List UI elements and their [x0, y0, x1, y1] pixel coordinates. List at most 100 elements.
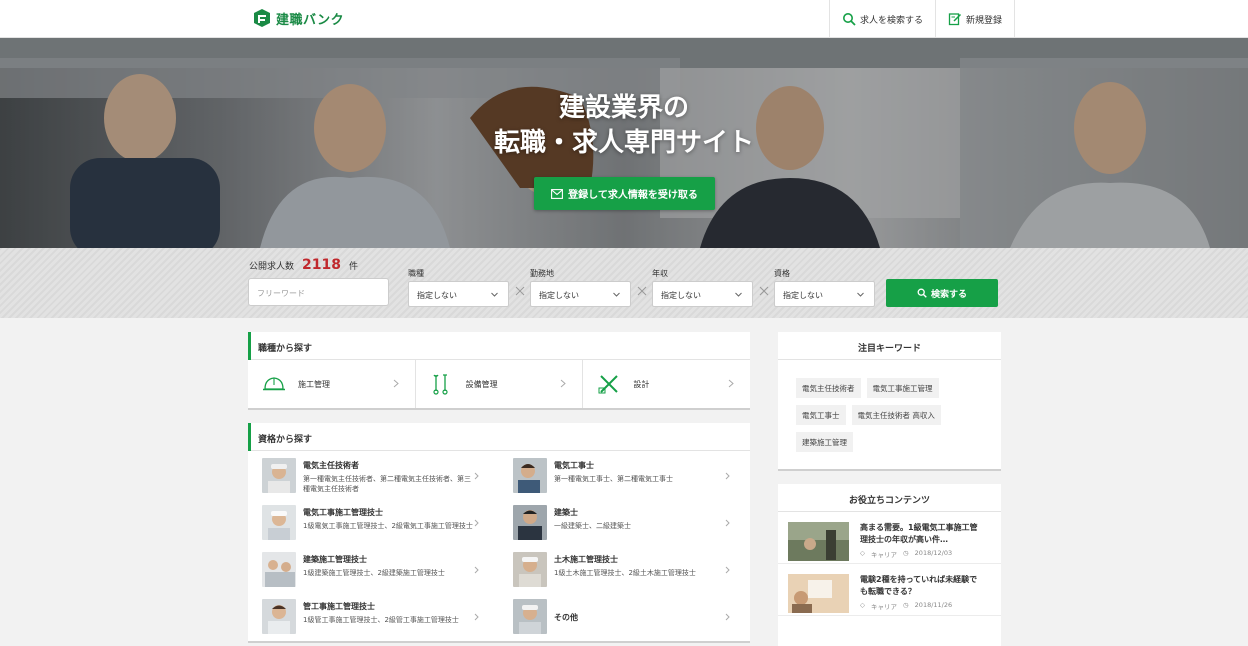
chevron-right-icon — [728, 379, 734, 388]
person-thumbnail — [513, 458, 547, 493]
person-thumbnail — [513, 505, 547, 540]
qualification-desc: 1級管工事施工管理技士、2級管工事施工管理技士 — [303, 616, 459, 624]
keywords-heading: 注目キーワード — [778, 332, 1001, 360]
keywords-panel: 注目キーワード 電気主任技術者 電気工事施工管理 電気工事士 電気主任技術者 高… — [778, 332, 1001, 469]
qualification-item[interactable]: 電気工事施工管理技士 1級電気工事施工管理技士、2級電気工事施工管理技士 — [248, 502, 499, 549]
header-nav: 求人を検索する 新規登録 — [829, 0, 1016, 38]
nav-register-label: 新規登録 — [966, 15, 1003, 26]
hero-title-line1: 建設業界の — [558, 93, 689, 123]
chevron-right-icon — [474, 472, 479, 480]
wrench-icon — [433, 374, 448, 395]
search-button-label: 検索する — [930, 289, 967, 300]
filter-salary-label: 年収 — [652, 269, 668, 278]
chevron-right-icon — [474, 566, 479, 574]
occupation-item-construction[interactable]: 施工管理 — [248, 360, 416, 408]
filter-qualification-value: 指定しない — [783, 291, 823, 300]
chevron-down-icon — [857, 292, 864, 297]
qualification-title: 建築士 — [554, 508, 578, 517]
article-thumbnail — [788, 574, 849, 613]
clock-icon: ◷ — [903, 549, 909, 557]
person-thumbnail — [262, 505, 296, 540]
article-thumbnail — [788, 522, 849, 561]
keyword-tag[interactable]: 電気工事施工管理 — [866, 378, 939, 398]
search-icon — [843, 13, 856, 26]
filter-location: 勤務地 指定しない — [530, 268, 631, 307]
filter-salary: 年収 指定しない — [652, 268, 753, 307]
occupation-item-label: 施工管理 — [298, 379, 330, 389]
qualification-item[interactable]: 電気主任技術者 第一種電気主任技術者、第二種電気主任技術者、第三種電気主任技術者 — [248, 455, 499, 502]
nav-register[interactable]: 新規登録 — [935, 0, 1016, 38]
article-title: 電験2種を持っていれば未経験でも転職できる？ — [860, 575, 978, 596]
qualification-item[interactable]: 土木施工管理技士 1級土木施工管理技士、2級土木施工管理技士 — [499, 549, 750, 596]
keyword-tag[interactable]: 建築施工管理 — [796, 432, 853, 452]
chevron-right-icon — [474, 519, 479, 527]
chevron-down-icon — [613, 292, 620, 297]
filter-occupation-value: 指定しない — [417, 291, 457, 300]
site-logo[interactable]: 建職バンク — [252, 8, 344, 28]
article-date: 2018/12/03 — [914, 549, 953, 557]
article-title: 高まる需要。1級電気工事施工管理技士の年収が高い件… — [860, 523, 978, 544]
occupation-heading: 職種から探す — [248, 332, 750, 360]
search-button[interactable]: 検索する — [886, 279, 998, 307]
filter-salary-select[interactable]: 指定しない — [652, 281, 753, 307]
filter-location-value: 指定しない — [539, 291, 579, 300]
filter-qualification-label: 資格 — [774, 269, 790, 278]
article-category: キャリア — [871, 603, 897, 611]
job-count: 公開求人数 2118 件 — [249, 257, 358, 273]
qualification-title: 管工事施工管理技士 — [303, 602, 375, 611]
article-item[interactable]: 高まる需要。1級電気工事施工管理技士の年収が高い件… ◇ キャリア ◷ 2018… — [778, 512, 1001, 564]
qualification-item[interactable]: 建築士 一級建築士、二級建築士 — [499, 502, 750, 549]
chevron-right-icon — [393, 379, 399, 388]
qualification-title: 土木施工管理技士 — [554, 555, 618, 564]
filter-location-label: 勤務地 — [530, 269, 554, 278]
filter-location-select[interactable]: 指定しない — [530, 281, 631, 307]
qualification-item-other[interactable]: その他 — [499, 596, 750, 643]
keyword-tag[interactable]: 電気主任技術者 高収入 — [851, 405, 941, 425]
register-cta-button[interactable]: 登録して求人情報を受け取る — [534, 177, 715, 210]
hard-hat-icon — [263, 377, 285, 391]
nav-job-search[interactable]: 求人を検索する — [829, 0, 935, 38]
filter-salary-value: 指定しない — [661, 291, 701, 300]
qualification-item[interactable]: 建築施工管理技士 1級建築施工管理技士、2級建築施工管理技士 — [248, 549, 499, 596]
chevron-right-icon — [725, 566, 730, 574]
x-separator-icon — [515, 286, 525, 296]
article-meta: ◇ キャリア ◷ 2018/11/26 — [860, 601, 980, 611]
qualification-desc: 1級電気工事施工管理技士、2級電気工事施工管理技士 — [303, 522, 473, 530]
qualification-title: 電気工事施工管理技士 — [303, 508, 383, 517]
qualification-item[interactable]: 管工事施工管理技士 1級管工事施工管理技士、2級管工事施工管理技士 — [248, 596, 499, 643]
nav-job-search-label: 求人を検索する — [860, 15, 924, 26]
chevron-right-icon — [725, 472, 730, 480]
occupation-panel: 職種から探す 施工管理 設備管理 設計 — [248, 332, 750, 408]
qualification-item[interactable]: 電気工事士第一種電気工事士、第二種電気工事士 — [499, 455, 750, 502]
filter-occupation-select[interactable]: 指定しない — [408, 281, 509, 307]
logo-text: 建職バンク — [276, 12, 345, 28]
drafting-tools-icon — [598, 375, 619, 394]
job-count-label: 公開求人数 — [249, 262, 295, 272]
qualification-panel: 資格から探す 電気主任技術者 第一種電気主任技術者、第二種電気主任技術者、第三種電… — [248, 423, 750, 641]
qualification-desc: 第一種電気工事士、第二種電気工事士 — [554, 475, 673, 483]
occupation-item-design[interactable]: 設計 — [583, 360, 750, 408]
article-date: 2018/11/26 — [914, 601, 953, 609]
occupation-item-facility[interactable]: 設備管理 — [416, 360, 584, 408]
person-thumbnail — [513, 599, 547, 634]
keyword-tag[interactable]: 電気工事士 — [796, 405, 846, 425]
occupation-item-label: 設備管理 — [465, 379, 498, 389]
filter-qualification: 資格 指定しない — [774, 268, 875, 307]
free-word-input[interactable]: フリーワード — [248, 278, 389, 306]
keyword-tag[interactable]: 電気主任技術者 — [796, 378, 861, 398]
chevron-right-icon — [474, 613, 479, 621]
person-thumbnail — [513, 552, 547, 587]
person-thumbnail — [262, 599, 296, 634]
contents-heading: お役立ちコンテンツ — [778, 484, 1001, 512]
x-separator-icon — [637, 286, 647, 296]
article-item[interactable]: 電験2種を持っていれば未経験でも転職できる？ ◇ キャリア ◷ 2018/11/… — [778, 564, 1001, 616]
qualification-title: 電気工事士 — [554, 461, 594, 470]
qualification-title: その他 — [554, 613, 578, 622]
contents-panel: お役立ちコンテンツ 高まる需要。1級電気工事施工管理技士の年収が高い件… ◇ キ… — [778, 484, 1001, 646]
clock-icon: ◷ — [903, 601, 909, 609]
mail-icon — [551, 188, 564, 199]
filter-qualification-select[interactable]: 指定しない — [774, 281, 875, 307]
filter-occupation: 職種 指定しない — [408, 268, 509, 307]
qualification-heading: 資格から探す — [248, 423, 750, 451]
edit-icon — [948, 13, 962, 26]
